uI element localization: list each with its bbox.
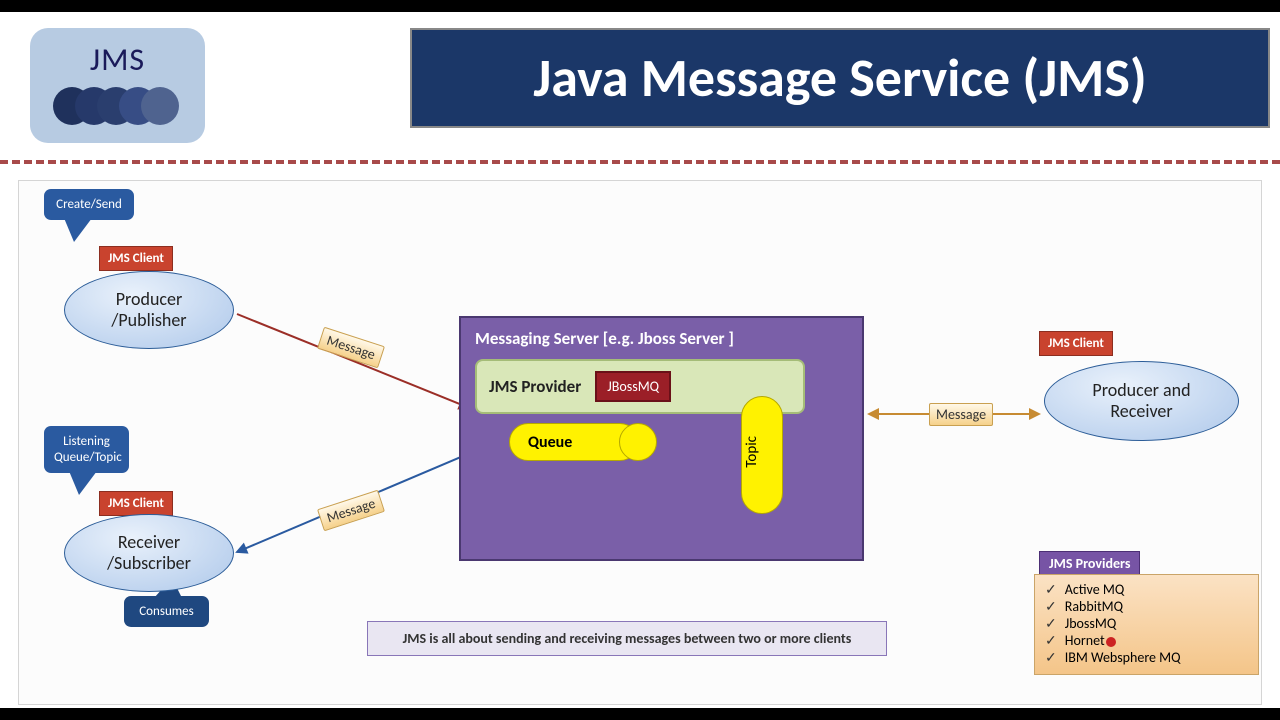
logo-cylinder-icon	[53, 87, 183, 127]
node-producer-and-receiver: Producer and Receiver	[1044, 361, 1239, 441]
provider-item: Active MQ	[1045, 581, 1248, 598]
providers-list: Active MQ RabbitMQ JbossMQ Hornet IBM We…	[1045, 581, 1248, 666]
dashed-divider	[0, 160, 1280, 164]
node-receiver-subscriber: Receiver /Subscriber	[64, 514, 234, 592]
providers-list-box: Active MQ RabbitMQ JbossMQ Hornet IBM We…	[1034, 574, 1259, 675]
node-producer-publisher: Producer /Publisher	[64, 271, 234, 349]
prodrecv-label-1: Producer and	[1092, 380, 1190, 401]
receiver-label-2: /Subscriber	[107, 553, 191, 574]
record-marker-icon	[1106, 637, 1116, 647]
label-message-1: Message	[317, 327, 385, 369]
page-title: Java Message Service (JMS)	[533, 45, 1146, 111]
providers-title: JMS Providers	[1039, 551, 1140, 576]
queue-label: Queue	[528, 433, 572, 452]
callout-consumes: Consumes	[124, 596, 209, 627]
logo-text: JMS	[90, 40, 145, 79]
jms-logo: JMS	[30, 28, 205, 143]
provider-label: JMS Provider	[489, 376, 581, 397]
tag-jms-client-prodrecv: JMS Client	[1039, 331, 1113, 356]
tag-jms-client-producer: JMS Client	[99, 246, 173, 271]
tag-jms-client-receiver: JMS Client	[99, 491, 173, 516]
provider-item: JbossMQ	[1045, 615, 1248, 632]
arrow-producer-to-server	[237, 313, 470, 409]
topic-label: Topic	[743, 436, 761, 468]
architecture-diagram: Create/Send Listening Queue/Topic Consum…	[18, 180, 1262, 705]
label-message-3: Message	[929, 403, 993, 426]
label-message-2: Message	[317, 490, 385, 532]
page-title-banner: Java Message Service (JMS)	[410, 28, 1270, 128]
callout-listening: Listening Queue/Topic	[44, 426, 129, 473]
producer-label-1: Producer	[116, 289, 183, 310]
provider-impl-badge: JBossMQ	[595, 371, 671, 402]
top-border	[0, 0, 1280, 12]
receiver-label-1: Receiver	[118, 532, 180, 553]
prodrecv-label-2: Receiver	[1110, 401, 1172, 422]
bottom-border	[0, 708, 1280, 720]
server-title: Messaging Server [e.g. Jboss Server ]	[475, 328, 848, 349]
provider-item: Hornet	[1045, 632, 1248, 649]
provider-item: IBM Websphere MQ	[1045, 649, 1248, 666]
callout-create-send: Create/Send	[44, 189, 134, 220]
producer-label-2: /Publisher	[111, 310, 186, 331]
summary-text: JMS is all about sending and receiving m…	[367, 621, 887, 656]
queue-end-cap	[619, 423, 657, 461]
provider-item: RabbitMQ	[1045, 598, 1248, 615]
